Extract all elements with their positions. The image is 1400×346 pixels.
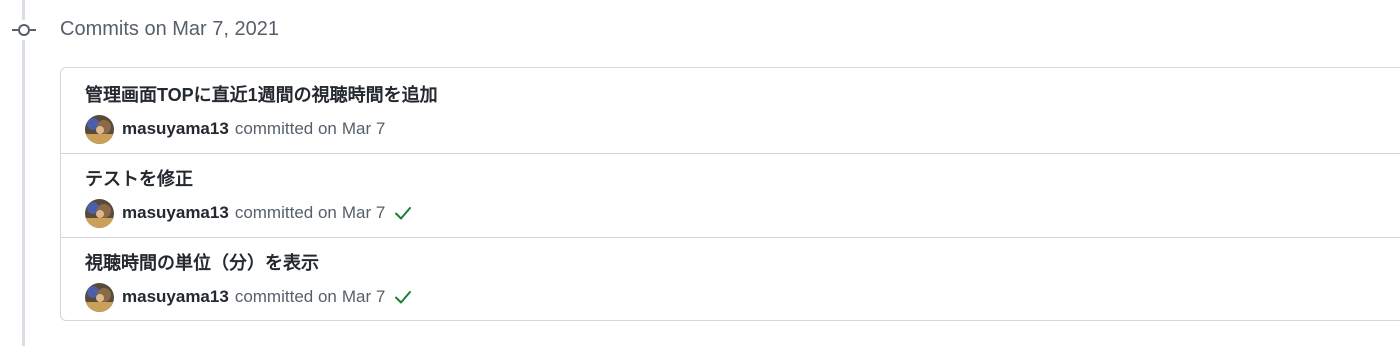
commit-message-link[interactable]: テストを修正 bbox=[85, 166, 193, 192]
committed-label: committed on bbox=[234, 119, 337, 138]
check-icon[interactable] bbox=[393, 203, 413, 223]
commit-date: Mar 7 bbox=[341, 287, 386, 306]
avatar[interactable] bbox=[85, 198, 114, 228]
commit-history-page: Commits on Mar 7, 2021 管理画面TOPに直近1週間の視聴時… bbox=[0, 0, 1400, 346]
committed-label: committed on bbox=[234, 287, 337, 306]
commit-item: テストを修正 masuyama13 committed on Mar 7 bbox=[61, 153, 1400, 237]
author-link[interactable]: masuyama13 bbox=[122, 203, 229, 223]
commit-message-link[interactable]: 管理画面TOPに直近1週間の視聴時間を追加 bbox=[85, 82, 438, 108]
avatar[interactable] bbox=[85, 114, 114, 144]
commit-item: 管理画面TOPに直近1週間の視聴時間を追加 masuyama13 committ… bbox=[61, 68, 1400, 152]
commit-date: Mar 7 bbox=[341, 203, 386, 222]
avatar[interactable] bbox=[85, 282, 114, 312]
author-link[interactable]: masuyama13 bbox=[122, 119, 229, 139]
git-commit-icon bbox=[11, 20, 37, 40]
author-link[interactable]: masuyama13 bbox=[122, 287, 229, 307]
committed-label: committed on bbox=[234, 203, 337, 222]
commit-group-title: Commits on Mar 7, 2021 bbox=[60, 18, 279, 40]
commit-meta: masuyama13 committed on Mar 7 bbox=[85, 282, 413, 312]
commit-meta: masuyama13 committed on Mar 7 bbox=[85, 114, 385, 144]
commit-meta: masuyama13 committed on Mar 7 bbox=[85, 198, 413, 228]
commit-item: 視聴時間の単位（分）を表示 masuyama13 committed on Ma… bbox=[61, 237, 1400, 321]
check-icon[interactable] bbox=[393, 287, 413, 307]
commit-date: Mar 7 bbox=[341, 119, 386, 138]
timeline-line bbox=[22, 0, 25, 346]
commit-list: 管理画面TOPに直近1週間の視聴時間を追加 masuyama13 committ… bbox=[60, 67, 1400, 321]
commit-message-link[interactable]: 視聴時間の単位（分）を表示 bbox=[85, 250, 319, 276]
